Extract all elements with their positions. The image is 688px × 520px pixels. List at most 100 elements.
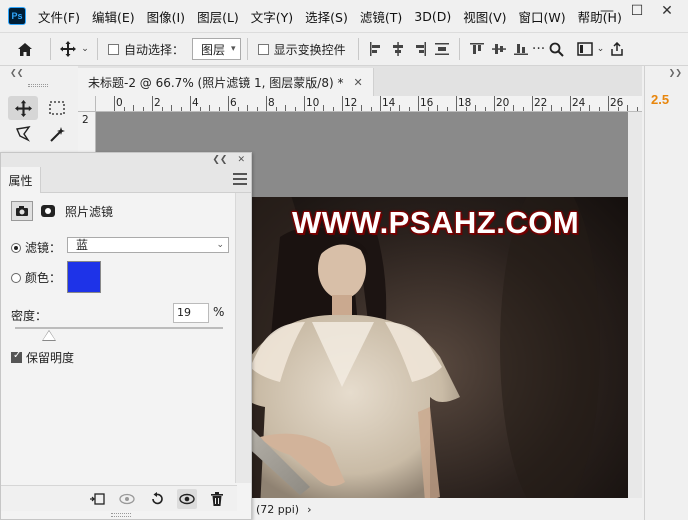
ruler-minor-tick [427,107,429,111]
more-options-icon[interactable]: ··· [532,38,546,60]
collapse-panel-icon[interactable]: ❮❮ [212,155,227,165]
horizontal-ruler[interactable]: 0 2 4 6 8 10 12 14 16 18 20 22 24 26 [96,96,642,112]
ruler-minor-tick [399,105,400,111]
menu-image[interactable]: 图像(I) [147,7,185,26]
align-middle-icon[interactable] [488,38,510,60]
chevron-down-icon[interactable]: ⌄ [596,38,606,60]
ruler-minor-tick [332,107,334,111]
color-row: 颜色： [11,269,61,286]
workspace-icon[interactable] [574,38,596,60]
distribute-vertical-icon[interactable] [431,38,453,60]
density-slider-track[interactable] [15,327,223,329]
search-icon[interactable] [546,38,568,60]
color-radio[interactable] [11,272,21,283]
color-swatch[interactable] [67,261,101,293]
menu-3d[interactable]: 3D(D) [414,9,451,24]
ruler-minor-tick [598,107,600,111]
show-transform-checkbox[interactable] [257,43,269,55]
align-bottom-icon[interactable] [510,38,532,60]
panel-grip[interactable] [0,80,76,90]
ruler-minor-tick [199,107,201,111]
view-previous-state-icon[interactable] [117,489,137,509]
maximize-button[interactable]: ☐ [622,0,652,22]
ruler-minor-tick [589,105,590,111]
ruler-minor-tick [285,105,286,111]
ruler-minor-tick [218,107,220,111]
move-tool-icon[interactable] [8,96,38,120]
ruler-minor-tick [275,107,277,111]
align-top-icon[interactable] [466,38,488,60]
layer-mask-icon[interactable] [37,201,59,221]
share-icon[interactable] [606,38,628,60]
clip-to-layer-icon[interactable] [87,489,107,509]
expand-panel-icon[interactable]: ❯❯ [645,66,688,80]
ruler-h-label: 2 [154,97,161,109]
home-icon[interactable] [14,38,36,60]
divider [97,38,98,60]
menu-type[interactable]: 文字(Y) [251,7,293,26]
filter-label: 滤镜： [25,241,62,255]
chevron-down-icon[interactable]: ⌄ [79,38,91,60]
tab-properties[interactable]: 属性 [1,167,41,193]
ruler-minor-tick [465,107,467,111]
menu-edit[interactable]: 编辑(E) [92,7,135,26]
ruler-minor-tick [313,107,315,111]
align-center-icon[interactable] [387,38,409,60]
menu-layer[interactable]: 图层(L) [197,7,239,26]
libraries-version-badge[interactable]: 2.5 [651,92,669,107]
ruler-minor-tick [475,105,476,111]
ruler-minor-tick [370,107,372,111]
collapse-panel-icon[interactable]: ❮❮ [0,66,76,80]
ruler-v-label: 2 [82,114,89,126]
properties-panel-header: ❮❮ ✕ [1,153,251,167]
ruler-minor-tick [636,107,638,111]
ruler-minor-tick [161,107,163,111]
reset-icon[interactable] [147,489,167,509]
camera-icon[interactable] [11,201,33,221]
status-arrow-icon[interactable]: › [307,503,311,516]
menu-view[interactable]: 视图(V) [463,7,506,26]
filter-radio[interactable] [11,242,21,253]
panel-grip[interactable] [111,513,131,517]
density-slider-thumb[interactable] [42,331,55,340]
auto-select-checkbox[interactable] [108,43,119,55]
menu-filter[interactable]: 滤镜(T) [360,7,402,26]
ruler-minor-tick [180,107,182,111]
close-icon[interactable]: ✕ [237,155,245,165]
preserve-luminosity-checkbox[interactable] [11,350,22,363]
ruler-h-label: 4 [192,97,199,109]
move-tool-icon[interactable] [57,38,79,60]
ruler-major-tick [494,96,495,111]
auto-select-target-dropdown[interactable]: 图层 ▾ [192,38,241,60]
ruler-minor-tick [361,105,362,111]
properties-footer [1,485,237,511]
preserve-luminosity-row: 保留明度 [11,349,74,366]
ruler-major-tick [152,96,153,111]
show-transform-label: 显示变换控件 [273,42,346,57]
ruler-major-tick [418,96,419,111]
magic-wand-tool-icon[interactable] [42,122,72,146]
menu-select[interactable]: 选择(S) [305,7,348,26]
marquee-tool-icon[interactable] [42,96,72,120]
menu-window[interactable]: 窗口(W) [519,7,566,26]
menu-file[interactable]: 文件(F) [38,7,80,26]
chevron-down-icon: ⌄ [216,240,224,250]
close-icon[interactable]: ✕ [353,76,362,89]
panel-menu-icon[interactable] [233,173,247,185]
filter-dropdown[interactable]: 蓝 ⌄ [67,237,229,253]
density-input[interactable]: 19 [173,303,209,323]
ruler-minor-tick [503,107,505,111]
filter-value: 蓝 [76,238,89,252]
right-panel-dock: ❯❯ 2.5 [644,66,688,520]
visibility-eye-icon[interactable] [177,488,197,509]
ruler-minor-tick [617,107,619,111]
minimize-button[interactable]: — [592,0,622,22]
document-tab[interactable]: 未标题-2 @ 66.7% (照片滤镜 1, 图层蒙版/8) * ✕ [78,68,374,96]
properties-scrollbar[interactable] [235,193,251,483]
close-button[interactable]: ✕ [652,0,682,22]
lasso-tool-icon[interactable] [8,122,38,146]
menu-bar: Ps 文件(F) 编辑(E) 图像(I) 图层(L) 文字(Y) 选择(S) 滤… [0,0,688,32]
trash-icon[interactable] [207,489,227,509]
align-left-icon[interactable] [365,38,387,60]
align-right-icon[interactable] [409,38,431,60]
